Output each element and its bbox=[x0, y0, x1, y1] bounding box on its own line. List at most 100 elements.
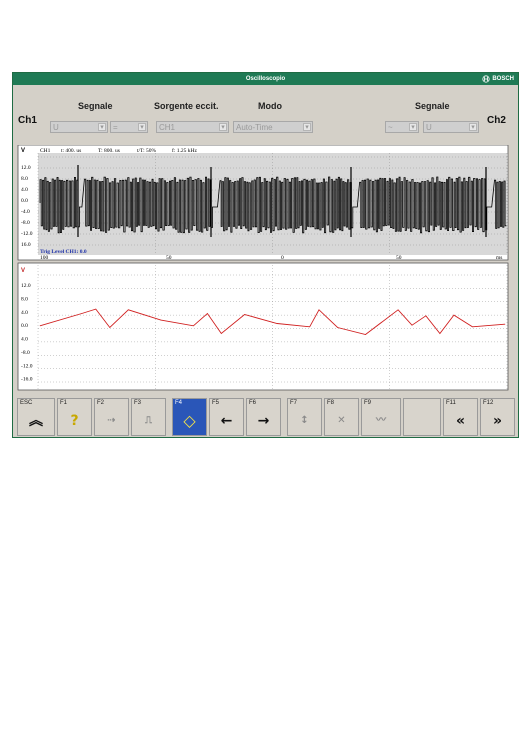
function-key-bar: ESC ︽ F1? F2 ⇢ F3 ⎍ F4 ◇ F5 ← F6 → F7 ↕ F8 ✕ F9 〰 F11 « F12 » bbox=[13, 395, 518, 437]
ch1-header-tdiv: t: 400. us bbox=[61, 148, 81, 154]
function-key-label: F2 bbox=[97, 400, 105, 406]
function-key-f9[interactable]: F9 〰 bbox=[361, 398, 401, 436]
ch1-operator-value: = bbox=[113, 123, 118, 132]
function-key-label: F8 bbox=[327, 400, 335, 406]
ch2-signal-value: U bbox=[426, 123, 432, 132]
function-key-f7[interactable]: F7 ↕ bbox=[287, 398, 322, 436]
ch2-data-point bbox=[128, 309, 129, 311]
function-key-f11[interactable]: F11 « bbox=[443, 398, 478, 436]
ch2-data-point bbox=[425, 315, 427, 317]
ch1-header-duty: t/T: 50% bbox=[137, 148, 157, 154]
function-key-f5[interactable]: F5 ← bbox=[209, 398, 244, 436]
chevron-down-icon: ▾ bbox=[98, 123, 106, 131]
ch2-data-point bbox=[39, 325, 41, 327]
bosch-logo-icon bbox=[482, 75, 490, 83]
modo-select[interactable]: Auto-Time ▾ bbox=[233, 121, 313, 133]
diamond-icon: ◇ bbox=[183, 411, 196, 430]
ch2-coupling-value: ~ bbox=[388, 123, 393, 132]
arrow-right-icon: → bbox=[257, 413, 270, 429]
ch2-data-point bbox=[221, 333, 222, 334]
cursor-disabled-icon: ⇢ bbox=[107, 415, 116, 426]
bosch-logo: BOSCH bbox=[482, 74, 514, 84]
double-chevron-right-icon: » bbox=[492, 413, 503, 429]
ch2-y-tick-label: 8.0 bbox=[21, 296, 28, 302]
function-key-f6[interactable]: F6 → bbox=[246, 398, 281, 436]
ch2-data-point bbox=[207, 313, 208, 314]
window-title: Oscilloscopio bbox=[245, 76, 286, 82]
ch2-y-tick-label: -8.0 bbox=[21, 350, 30, 356]
oscilloscope-display: V CH1 t: 400. us T: 800. us t/T: 50% f: … bbox=[17, 145, 509, 391]
function-key-label: F6 bbox=[249, 400, 257, 406]
ch2-y-tick-label: 4.0 bbox=[21, 310, 28, 316]
ch1-y-tick-label: 4.0 bbox=[21, 187, 28, 193]
function-key-label: ESC bbox=[20, 400, 33, 406]
zoom-y-x-icon: ↕ bbox=[300, 415, 309, 426]
ch2-unit-label: V bbox=[21, 268, 25, 274]
ch2-y-tick-label: 4.0 bbox=[21, 337, 28, 343]
ch1-x-tick-label: 100 bbox=[40, 255, 49, 261]
ch1-x-tick-label: 50 bbox=[396, 255, 402, 261]
ch2-data-point bbox=[397, 309, 399, 311]
ch1-x-tick-label: 50 bbox=[166, 255, 172, 261]
sorgente-select[interactable]: CH1 ▾ bbox=[156, 121, 229, 133]
ch1-unit-label: V bbox=[21, 148, 25, 154]
oscilloscope-window: Oscilloscopio BOSCH Ch1 Ch2 Segnale Sorg… bbox=[12, 72, 519, 438]
ch2-y-tick-label: 0.0 bbox=[21, 323, 28, 329]
chevron-down-icon: ▾ bbox=[138, 123, 146, 131]
ch1-signal-select[interactable]: U ▾ bbox=[50, 121, 108, 133]
ch2-data-point bbox=[95, 308, 97, 310]
segnale-label-left: Segnale bbox=[78, 101, 113, 111]
ch1-y-tick-label: 8.0 bbox=[21, 176, 28, 182]
function-key-label: F3 bbox=[134, 400, 142, 406]
ch2-data-point bbox=[276, 323, 278, 324]
ch1-label: Ch1 bbox=[18, 115, 37, 126]
function-key-f3[interactable]: F3 ⎍ bbox=[131, 398, 166, 436]
chevron-down-icon: ▾ bbox=[409, 123, 417, 131]
waveform-icon: 〰 bbox=[376, 415, 386, 426]
ch2-data-point bbox=[309, 326, 311, 328]
ch2-data-point bbox=[160, 319, 162, 321]
help-icon: ? bbox=[70, 413, 79, 429]
function-key-label: F12 bbox=[483, 400, 494, 406]
ch1-header-freq: f: 1.25 kHz bbox=[172, 147, 197, 154]
double-chevron-left-icon: « bbox=[455, 413, 466, 429]
function-key-esc[interactable]: ESC ︽ bbox=[17, 398, 55, 436]
function-key-label: F5 bbox=[212, 400, 220, 406]
ch2-data-point bbox=[193, 325, 194, 327]
function-key-f1[interactable]: F1? bbox=[57, 398, 92, 436]
ch1-header-period: T: 800. us bbox=[98, 148, 120, 154]
function-key-f2[interactable]: F2 ⇢ bbox=[94, 398, 129, 436]
ch1-y-tick-label: 12.0 bbox=[21, 165, 31, 171]
modo-label: Modo bbox=[258, 101, 282, 111]
ch1-header-ch: CH1 bbox=[40, 148, 51, 154]
function-key-label: F7 bbox=[290, 400, 298, 406]
ch2-y-tick-label: 12.0 bbox=[21, 283, 31, 289]
function-key-f12[interactable]: F12 » bbox=[480, 398, 515, 436]
ch2-data-point bbox=[439, 333, 441, 334]
ch2-coupling-select[interactable]: ~ ▾ bbox=[385, 121, 419, 133]
ch1-operator-select[interactable]: = ▾ bbox=[110, 121, 148, 133]
function-key-f8[interactable]: F8 ✕ bbox=[324, 398, 359, 436]
ch2-data-point bbox=[472, 326, 473, 328]
ch1-signal-value: U bbox=[53, 123, 59, 132]
sorgente-value: CH1 bbox=[159, 123, 176, 132]
trigger-disabled-icon: ⎍ bbox=[145, 415, 152, 426]
ch1-x-tick-label: ms bbox=[496, 255, 502, 261]
function-key-label: F11 bbox=[446, 400, 456, 406]
function-key-empty bbox=[403, 398, 441, 436]
double-chevron-up-icon: ︽ bbox=[29, 413, 43, 429]
function-key-f4[interactable]: F4 ◇ bbox=[172, 398, 207, 436]
chevron-down-icon: ▾ bbox=[469, 123, 477, 131]
ch1-y-tick-label: 16.0 bbox=[21, 242, 31, 248]
arrow-left-icon: ← bbox=[220, 413, 233, 429]
ch2-data-point bbox=[337, 327, 338, 328]
ch2-data-point bbox=[244, 314, 245, 315]
ch2-data-point bbox=[81, 313, 83, 314]
ch2-signal-select[interactable]: U ▾ bbox=[423, 121, 479, 133]
ch2-data-point bbox=[504, 323, 506, 325]
ch2-data-point bbox=[453, 314, 455, 316]
ch1-y-tick-label: -8.0 bbox=[21, 220, 30, 226]
scale-x-icon: ✕ bbox=[337, 415, 346, 426]
ch1-x-tick-label: 0 bbox=[281, 255, 284, 261]
ch2-label: Ch2 bbox=[487, 115, 506, 126]
